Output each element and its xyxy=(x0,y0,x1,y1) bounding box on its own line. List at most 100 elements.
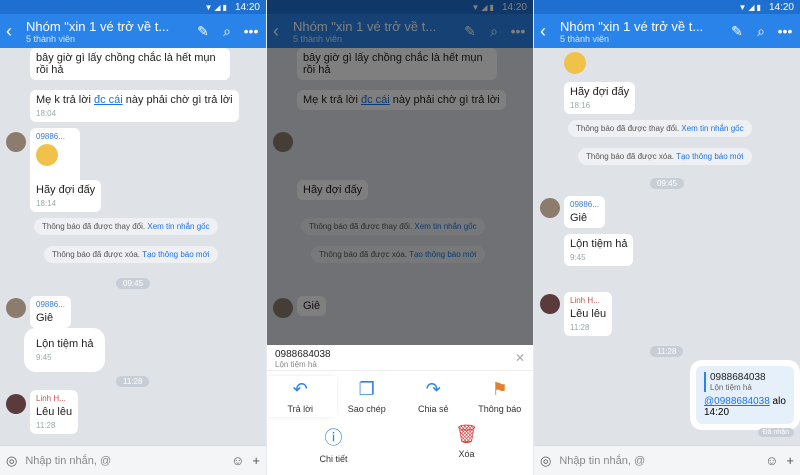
message-text: này phải chờ gì trả lời xyxy=(125,94,233,106)
message-input[interactable]: Nhập tin nhắn, @ xyxy=(25,455,223,467)
back-icon[interactable]: ‹ xyxy=(6,21,20,42)
message-bubble[interactable]: 09886... Giê xyxy=(30,296,71,328)
chat-title-block[interactable]: Nhóm "xin 1 vé trở về t... 5 thành viên xyxy=(26,19,188,44)
status-bar: ▼◢▮ 14:20 xyxy=(534,0,800,14)
quoted-sender: 0988684038 xyxy=(710,372,766,383)
reply-preview: 0988684038 Lộn tiệm hả ✕ xyxy=(267,345,533,371)
message-bubble[interactable]: Hãy đợi đấy 18:14 xyxy=(30,180,102,212)
camera-icon[interactable]: ◎ xyxy=(6,453,17,469)
action-label: Chia sẻ xyxy=(417,404,449,414)
mention-link[interactable]: @0988684038 xyxy=(704,396,770,407)
trash-icon: 🗑 xyxy=(455,424,478,444)
flag-icon: ⚑ xyxy=(491,379,508,399)
reply-sender: 0988684038 xyxy=(275,349,331,360)
edit-group-icon[interactable]: ✎ xyxy=(194,23,212,40)
message-bubble[interactable]: bây giờ gì lấy chồng chắc là hết mụn rồi… xyxy=(30,48,230,80)
message-text: alo xyxy=(769,396,786,407)
message-text: Lêu lêu xyxy=(36,406,73,418)
delete-button[interactable]: 🗑 Xóa xyxy=(433,424,500,464)
system-notice: Thông báo đã được xóa. Tạo thông báo mới xyxy=(44,246,218,263)
camera-icon[interactable]: ◎ xyxy=(540,453,551,469)
emoji-icon[interactable]: ☺ xyxy=(765,453,778,468)
action-label: Thông báo xyxy=(478,404,522,414)
message-input[interactable]: Nhập tin nhắn, @ xyxy=(559,455,757,467)
emoji-sticker-icon xyxy=(36,144,58,166)
quoted-message[interactable]: 0988684038 Lộn tiệm hả xyxy=(704,372,786,392)
plus-icon[interactable]: + xyxy=(252,453,260,468)
message-text: Giê xyxy=(36,312,54,324)
action-label: Chi tiết xyxy=(319,454,348,464)
copy-button[interactable]: ❐ Sao chép xyxy=(334,379,401,414)
screen-action-sheet: ▼◢▮ 14:20 ‹ Nhóm "xin 1 vé trở về t... 5… xyxy=(267,0,533,475)
message-bubble[interactable]: Linh H... Lêu lêu 11:28 xyxy=(564,292,613,336)
message-bubble[interactable]: Lộn tiệm hả 9:45 xyxy=(564,234,634,266)
sender-name: Linh H... xyxy=(36,394,66,403)
notice-text: Thông báo đã được xóa. xyxy=(52,250,140,259)
copy-icon: ❐ xyxy=(358,379,375,399)
plus-icon[interactable]: + xyxy=(786,453,794,468)
notice-text: Thông báo đã được xóa. xyxy=(586,152,674,161)
back-icon[interactable]: ‹ xyxy=(540,21,554,42)
message-bubble[interactable]: Hãy đợi đấy 18:16 xyxy=(564,82,636,114)
message-text: Lộn tiệm hả xyxy=(570,238,628,250)
member-count: 5 thành viên xyxy=(26,33,76,44)
message-text: Lêu lêu xyxy=(570,308,607,320)
notice-button[interactable]: ⚑ Thông báo xyxy=(467,379,534,414)
notice-link[interactable]: Tạo thông báo mới xyxy=(676,152,744,161)
message-time: 18:14 xyxy=(36,199,57,208)
message-text: Hãy đợi đấy xyxy=(36,184,96,196)
message-text: Giê xyxy=(570,212,588,224)
message-text: Lộn tiệm hả xyxy=(36,338,94,350)
share-icon: ↷ xyxy=(425,379,441,399)
message-time: 9:45 xyxy=(570,253,586,262)
time-divider: 11:28 xyxy=(650,346,684,357)
action-label: Sao chép xyxy=(347,404,386,414)
screen-chat-before: ▼◢▮ 14:20 ‹ Nhóm "xin 1 vé trở về t... 5… xyxy=(0,0,266,475)
chat-title-block[interactable]: Nhóm "xin 1 vé trở về t... 5 thành viên xyxy=(560,19,722,44)
message-time: 11:28 xyxy=(36,421,56,430)
search-icon[interactable]: ⌕ xyxy=(752,23,770,40)
reply-message[interactable]: 0988684038 Lộn tiệm hả @0988684038 alo 1… xyxy=(696,366,794,424)
screens: ▼◢▮ 14:20 ‹ Nhóm "xin 1 vé trở về t... 5… xyxy=(0,0,800,475)
more-icon[interactable]: ••• xyxy=(242,23,260,39)
chat-title: Nhóm "xin 1 vé trở về t... xyxy=(560,18,704,34)
message-bubble[interactable]: Mẹ k trả lời đc cái này phải chờ gì trả … xyxy=(30,90,239,122)
seen-status: Đã nhận xyxy=(757,428,794,437)
action-label: Xóa xyxy=(458,449,475,459)
avatar[interactable] xyxy=(6,298,26,318)
close-icon[interactable]: ✕ xyxy=(515,351,525,365)
edit-group-icon[interactable]: ✎ xyxy=(728,23,746,40)
message-link[interactable]: đc cái xyxy=(94,94,123,106)
system-notice: Thông báo đã được xóa. Tạo thông báo mới xyxy=(578,148,752,165)
share-button[interactable]: ↷ Chia sẻ xyxy=(400,379,467,414)
message-list: bây giờ gì lấy chồng chắc là hết mụn rồi… xyxy=(0,48,266,445)
highlighted-message[interactable]: Lộn tiệm hả 9:45 xyxy=(30,334,100,366)
action-grid: ↶ Trả lời ❐ Sao chép ↷ Chia sẻ ⚑ Thông b… xyxy=(267,371,533,474)
reply-text: Lộn tiệm hả xyxy=(275,360,317,369)
emoji-sticker-icon xyxy=(564,52,586,74)
avatar[interactable] xyxy=(6,132,26,152)
quoted-text: Lộn tiệm hả xyxy=(710,383,752,392)
sender-name: 09886... xyxy=(36,132,65,141)
system-notice: Thông báo đã được thay đổi. Xem tin nhắn… xyxy=(34,218,218,235)
message-time: 14:20 xyxy=(704,407,730,418)
avatar[interactable] xyxy=(6,394,26,414)
more-icon[interactable]: ••• xyxy=(776,23,794,39)
action-label: Trả lời xyxy=(287,404,314,414)
emoji-icon[interactable]: ☺ xyxy=(231,453,244,468)
message-time: 9:45 xyxy=(36,353,52,362)
reply-button[interactable]: ↶ Trả lời xyxy=(267,379,334,414)
avatar[interactable] xyxy=(540,198,560,218)
notice-link[interactable]: Tạo thông báo mới xyxy=(142,250,210,259)
notice-text: Thông báo đã được thay đổi. xyxy=(576,124,680,133)
action-sheet: 0988684038 Lộn tiệm hả ✕ ↶ Trả lời ❐ Sao… xyxy=(267,345,533,475)
sender-name: 09886... xyxy=(570,200,599,209)
message-bubble[interactable]: Linh H... Lêu lêu 11:28 xyxy=(30,390,79,434)
search-icon[interactable]: ⌕ xyxy=(218,23,236,40)
details-button[interactable]: ⓘ Chi tiết xyxy=(300,424,367,464)
input-bar: ◎ Nhập tin nhắn, @ ☺ + xyxy=(0,445,266,475)
notice-link[interactable]: Xem tin nhắn gốc xyxy=(147,222,209,231)
avatar[interactable] xyxy=(540,294,560,314)
notice-link[interactable]: Xem tin nhắn gốc xyxy=(681,124,743,133)
message-bubble[interactable]: 09886... Giê xyxy=(564,196,605,228)
